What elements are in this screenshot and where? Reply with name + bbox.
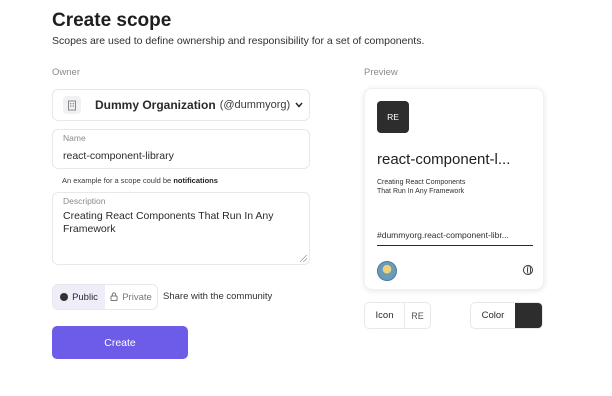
avatar: [377, 261, 397, 281]
owner-org-name: Dummy Organization: [95, 98, 216, 112]
resize-handle-icon[interactable]: [300, 255, 307, 262]
globe-icon: [523, 265, 533, 275]
visibility-toggle: Public Private: [52, 284, 158, 310]
color-swatch[interactable]: [515, 303, 542, 328]
private-option-label: Private: [122, 291, 152, 303]
scope-badge: RE: [377, 101, 409, 133]
description-field-value: Creating React Components That Run In An…: [63, 210, 274, 235]
owner-label: Owner: [52, 67, 80, 78]
page-title: Create scope: [52, 10, 172, 31]
name-field-label: Name: [63, 133, 86, 143]
globe-icon: [60, 293, 69, 301]
name-hint-text: An example for a scope could be: [62, 176, 172, 185]
building-icon: [63, 96, 81, 114]
owner-select[interactable]: Dummy Organization (@dummyorg): [52, 89, 310, 121]
name-field-value: react-component-library: [63, 150, 174, 162]
lock-icon: [110, 291, 118, 303]
icon-picker-label: Icon: [365, 303, 405, 328]
description-field-label: Description: [63, 196, 106, 206]
color-picker-label: Color: [481, 310, 505, 321]
preview-card-id: #dummyorg.react-component-libr...: [377, 230, 533, 246]
public-option[interactable]: Public: [53, 285, 105, 309]
icon-picker-value: RE: [411, 310, 424, 321]
chevron-down-icon: [295, 100, 303, 110]
page-subtitle: Scopes are used to define ownership and …: [52, 35, 425, 47]
public-option-label: Public: [72, 291, 98, 303]
name-hint-example: notifications: [173, 176, 218, 185]
icon-picker[interactable]: Icon RE: [364, 302, 431, 329]
name-field[interactable]: Name react-component-library: [52, 129, 310, 169]
preview-card-description: Creating React Components That Run In An…: [377, 179, 466, 195]
name-hint: An example for a scope could be notifica…: [62, 176, 218, 185]
color-picker[interactable]: Color: [470, 302, 543, 329]
preview-card-title: react-component-l...: [377, 151, 511, 168]
preview-label: Preview: [364, 67, 398, 78]
create-button[interactable]: Create: [52, 326, 188, 359]
owner-org-handle: (@dummyorg): [219, 99, 291, 111]
private-option[interactable]: Private: [105, 285, 157, 309]
description-field[interactable]: Description Creating React Components Th…: [52, 192, 310, 265]
preview-card: RE react-component-l... Creating React C…: [364, 88, 544, 290]
share-text: Share with the community: [163, 291, 273, 302]
